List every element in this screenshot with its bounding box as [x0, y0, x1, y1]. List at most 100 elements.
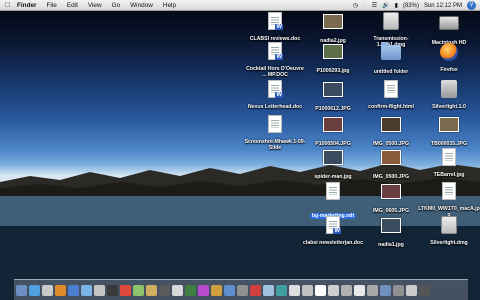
dock-app-icon[interactable]: [146, 285, 157, 296]
desktop-icon[interactable]: P1000612.JPG: [302, 80, 364, 112]
dock-app-icon[interactable]: [159, 285, 170, 296]
desktop-icon[interactable]: Firefox: [418, 42, 480, 73]
menu-edit[interactable]: Edit: [62, 0, 83, 11]
desktop-icon[interactable]: Cocktail Hors D'Oeuvre ... MP.DOC: [244, 42, 306, 78]
desktop-icon-label: TEBarrel.jpg: [433, 172, 465, 178]
dock-app-icon[interactable]: [120, 285, 131, 296]
photo-file-icon: [323, 150, 343, 165]
dock-app-icon[interactable]: [42, 285, 53, 296]
dock-app-icon[interactable]: [315, 285, 326, 296]
desktop-icon[interactable]: Silverlight.dmg: [418, 216, 480, 246]
desktop-icon-label: IMG_0605.JPG: [372, 208, 410, 214]
word-file-icon: [268, 12, 283, 30]
desktop-icon[interactable]: clabsi newsletterjan.doc: [302, 216, 364, 246]
dock-app-icon[interactable]: [211, 285, 222, 296]
dock-app-icon[interactable]: [354, 285, 365, 296]
photo-file-icon: [381, 218, 401, 233]
dock-app-icon[interactable]: [55, 285, 66, 296]
dock-app-icon[interactable]: [29, 285, 40, 296]
spotlight-search-icon[interactable]: ⚲: [467, 1, 476, 10]
doc-file-icon: [268, 115, 282, 133]
doc-file-icon: [326, 182, 340, 200]
wifi-icon[interactable]: ☰: [372, 2, 377, 9]
dock-app-icon[interactable]: [263, 285, 274, 296]
desktop-icon[interactable]: P1000293.jpg: [302, 42, 364, 74]
clock[interactable]: Sun 12:12 PM: [424, 3, 462, 9]
desktop-icon[interactable]: CLABSI reviews.doc: [244, 12, 306, 42]
dock-app-icon[interactable]: [380, 285, 391, 296]
desktop-icon[interactable]: nadia1.jpg: [360, 216, 422, 248]
desktop-icon[interactable]: spider-man.jpg: [302, 148, 364, 180]
desktop-icon[interactable]: confirm-flight.html: [360, 80, 422, 110]
dock-app-icon[interactable]: [81, 285, 92, 296]
dock-app-icon[interactable]: [367, 285, 378, 296]
desktop-icon-label: clabsi newsletterjan.doc: [303, 240, 363, 246]
desktop-icon[interactable]: nadia2.jpg: [302, 12, 364, 44]
dock-app-icon[interactable]: [224, 285, 235, 296]
dock-icons: [16, 279, 468, 299]
desktop-icon[interactable]: Silverlight.1.0: [418, 80, 480, 110]
dock-app-icon[interactable]: [419, 285, 430, 296]
desktop-icon-label: P1000293.jpg: [316, 68, 350, 74]
doc-file-icon: [442, 182, 456, 200]
dock-app-icon[interactable]: [68, 285, 79, 296]
desktop-icon[interactable]: Nexus Letterhead.doc: [244, 80, 306, 110]
desktop-icon-label: Silverlight.1.0: [432, 104, 466, 110]
desktop-icon-label: IMG_0500.JPG: [372, 141, 410, 147]
dock-app-icon[interactable]: [198, 285, 209, 296]
folder-file-icon: [381, 42, 401, 60]
desktop-icon[interactable]: TB000035.JPG: [418, 115, 480, 147]
desktop-icon[interactable]: untitled folder: [360, 42, 422, 75]
dock-app-icon[interactable]: [237, 285, 248, 296]
dock-app-icon[interactable]: [94, 285, 105, 296]
desktop-icon[interactable]: TEBarrel.jpg: [418, 148, 480, 178]
menu-go[interactable]: Go: [107, 0, 126, 11]
bluetooth-icon[interactable]: ᛫: [363, 3, 367, 9]
battery-icon[interactable]: ▮: [395, 2, 398, 9]
dmg-file-icon: [441, 216, 457, 234]
dock-app-icon[interactable]: [133, 285, 144, 296]
dock-app-icon[interactable]: [341, 285, 352, 296]
desktop-icon-label: Screenshot-Mhawk 1-09-Slide: [244, 139, 306, 151]
photo-file-icon: [323, 117, 343, 132]
browser-file-icon: [440, 43, 458, 61]
desktop-icon[interactable]: P1000504.JPG: [302, 115, 364, 147]
desktop-icon-label: P1000504.JPG: [315, 141, 351, 147]
status-area: ◷ ᛫ ☰ 🔊 ▮ (83%) Sun 12:12 PM ⚲: [353, 0, 476, 11]
dock-app-icon[interactable]: [250, 285, 261, 296]
desktop-icon[interactable]: Macintosh HD: [418, 12, 480, 46]
desktop-icon[interactable]: LTKM0_WW1T0_macA.jpg: [418, 182, 480, 218]
desktop-icon[interactable]: Screenshot-Mhawk 1-09-Slide: [244, 115, 306, 151]
dock-app-icon[interactable]: [393, 285, 404, 296]
desktop-icon[interactable]: IMG_0500.JPG: [360, 115, 422, 147]
word-file-icon: [268, 42, 283, 60]
menu-window[interactable]: Window: [125, 0, 158, 11]
apple-menu-icon[interactable]: : [0, 2, 12, 9]
battery-percent[interactable]: (83%): [403, 3, 419, 9]
dock-app-icon[interactable]: [276, 285, 287, 296]
desktop-icon-label: spider-man.jpg: [314, 174, 352, 180]
dock-app-icon[interactable]: [406, 285, 417, 296]
desktop-icon-label: nadia1.jpg: [378, 242, 404, 248]
dock-app-icon[interactable]: [289, 285, 300, 296]
dock-app-icon[interactable]: [328, 285, 339, 296]
menu-finder[interactable]: Finder: [12, 0, 42, 11]
dock-app-icon[interactable]: [16, 285, 27, 296]
dock-app-icon[interactable]: [172, 285, 183, 296]
volume-icon[interactable]: 🔊: [382, 2, 389, 9]
timemachine-icon[interactable]: ◷: [353, 2, 358, 9]
menu-file[interactable]: File: [42, 0, 62, 11]
photo-file-icon: [439, 117, 459, 132]
dock-app-icon[interactable]: [107, 285, 118, 296]
desktop-icon-label: Nexus Letterhead.doc: [247, 104, 303, 110]
dock-app-icon[interactable]: [302, 285, 313, 296]
word-file-icon: [326, 216, 341, 234]
desktop-icon[interactable]: IMG_0605.JPG: [360, 182, 422, 214]
photo-file-icon: [323, 82, 343, 97]
menu-help[interactable]: Help: [158, 0, 181, 11]
desktop-icon-label: untitled folder: [373, 69, 409, 75]
dock-app-icon[interactable]: [185, 285, 196, 296]
desktop-icon[interactable]: IMG_0500.JPG: [360, 148, 422, 180]
menu-view[interactable]: View: [83, 0, 107, 11]
desktop-icon-label: confirm-flight.html: [368, 104, 414, 110]
